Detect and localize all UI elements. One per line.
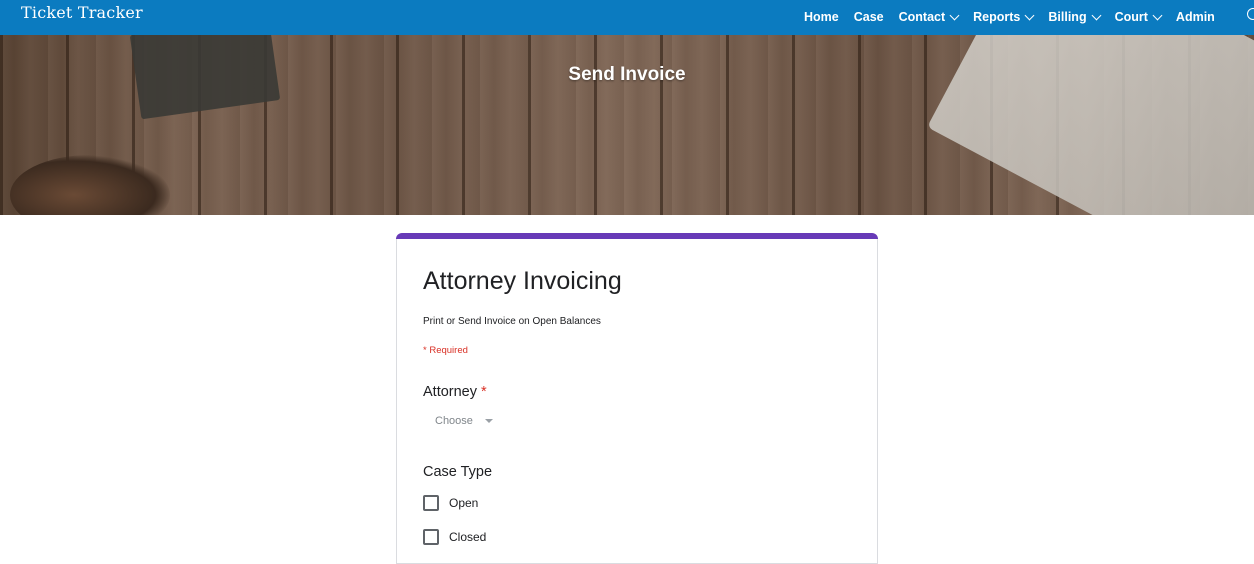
form-description: Print or Send Invoice on Open Balances: [423, 316, 601, 327]
nav-item-admin[interactable]: Admin: [1176, 10, 1215, 24]
checkbox-open[interactable]: [423, 495, 439, 511]
form-card: Attorney Invoicing Print or Send Invoice…: [396, 233, 878, 564]
chevron-down-icon: [949, 10, 960, 20]
required-star: *: [481, 384, 487, 400]
case-type-option-closed[interactable]: Closed: [423, 529, 486, 545]
nav-item-court[interactable]: Court: [1114, 10, 1163, 24]
checkbox-closed[interactable]: [423, 529, 439, 545]
case-type-option-open[interactable]: Open: [423, 495, 478, 511]
dropdown-placeholder: Choose: [435, 415, 473, 427]
nav-item-label: Reports: [973, 10, 1021, 24]
nav-item-label: Court: [1114, 10, 1148, 24]
nav-item-label: Case: [853, 10, 884, 24]
nav-item-case[interactable]: Case: [854, 10, 884, 24]
hero-pinecone-image: [10, 155, 170, 215]
search-icon[interactable]: [1247, 8, 1254, 20]
checkbox-label: Closed: [449, 530, 487, 544]
nav-item-reports[interactable]: Reports: [973, 10, 1035, 24]
form-title: Attorney Invoicing: [423, 267, 622, 295]
hero-notebook-image: [927, 35, 1254, 215]
brand-logo-text[interactable]: Ticket Tracker: [21, 3, 143, 22]
caret-down-icon: [484, 419, 493, 423]
main-nav: Home Case Contact Reports Billing Court …: [804, 8, 1230, 26]
top-navbar: Ticket Tracker Home Case Contact Reports…: [0, 0, 1254, 35]
chevron-down-icon: [1024, 10, 1035, 20]
attorney-label-text: Attorney: [423, 384, 477, 400]
case-type-question-label: Case Type: [423, 464, 493, 480]
nav-item-label: Billing: [1048, 10, 1087, 24]
attorney-question-label: Attorney *: [423, 384, 487, 400]
nav-item-contact[interactable]: Contact: [898, 10, 960, 24]
nav-item-label: Home: [804, 10, 839, 24]
nav-item-label: Contact: [898, 10, 946, 24]
page-title: Send Invoice: [568, 64, 686, 85]
nav-item-label: Admin: [1175, 10, 1215, 24]
hero-banner: Send Invoice: [0, 35, 1254, 215]
nav-item-billing[interactable]: Billing: [1048, 10, 1102, 24]
checkbox-label: Open: [449, 496, 479, 510]
chevron-down-icon: [1152, 10, 1163, 20]
attorney-dropdown[interactable]: Choose: [427, 412, 507, 430]
nav-item-home[interactable]: Home: [804, 10, 839, 24]
required-note: * Required: [423, 345, 468, 356]
form-accent-bar: [396, 233, 878, 239]
chevron-down-icon: [1091, 10, 1102, 20]
